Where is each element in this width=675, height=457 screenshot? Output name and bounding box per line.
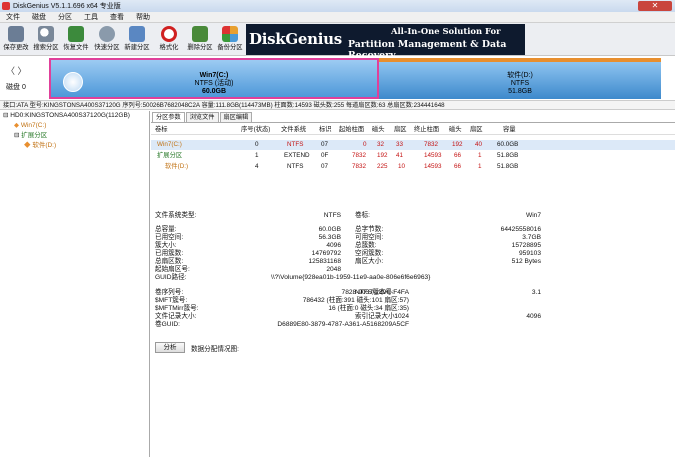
col-end-sector: 扇区 (470, 126, 483, 133)
tab-partition-params[interactable]: 分区参数 (152, 112, 185, 122)
partition-block-c[interactable]: Win7(C:) NTFS (活动) 60.0GB (49, 58, 379, 99)
col-volume: 卷标 (155, 126, 168, 133)
table-row[interactable]: Win7(C:) 0 NTFS 07 0 32 33 7832 192 40 6… (151, 140, 675, 150)
table-header: 卷标 序号(状态) 文件系统 标识 起始柱面 磁头 扇区 终止柱面 磁头 扇区 … (151, 125, 675, 135)
close-button[interactable]: ✕ (638, 1, 672, 11)
menu-file[interactable]: 文件 (0, 12, 26, 22)
quick-partition-button[interactable]: 快速分区 (94, 25, 120, 54)
detail-tabs: 分区参数 浏览文件 扇区编辑 (152, 112, 253, 122)
app-icon (2, 2, 10, 10)
banner-logo: DiskGenius (249, 30, 342, 48)
quick-partition-icon (99, 26, 115, 42)
search-icon (38, 26, 54, 42)
disk-label: 磁盘 0 (6, 84, 26, 91)
col-start-cyl: 起始柱面 (339, 126, 365, 133)
save-button[interactable]: 保存更改 (3, 25, 29, 54)
tree-partition-d[interactable]: ◆ 软件(D:) (0, 141, 149, 151)
data-allocation-label: 数据分配情况图: (191, 346, 239, 353)
tree-disk-node[interactable]: ⊟ HD0:KINGSTONSA400S37120G(112GB) (0, 111, 149, 121)
delete-icon (192, 26, 208, 42)
search-partition-button[interactable]: 搜索分区 (33, 25, 59, 54)
recover-icon (68, 26, 84, 42)
diskgenius-banner: DiskGenius All-In-One Solution For Parti… (246, 24, 525, 61)
ntfs-details-right: NTFS版本号: 3.1 索引记录大小: 4096 (355, 289, 541, 320)
banner-tagline-1: All-In-One Solution For (391, 26, 501, 36)
table-row[interactable]: 软件(D:) 4 NTFS 07 7832 225 10 14593 66 1 … (151, 162, 675, 172)
partition-c-name: Win7(C:) (199, 72, 229, 79)
tree-partition-c[interactable]: ◆ Win7(C:) (0, 121, 149, 131)
delete-partition-button[interactable]: 删除分区 (187, 25, 213, 54)
table-row[interactable]: 扩展分区 1 EXTEND 0F 7832 192 41 14593 66 1 … (151, 151, 675, 161)
col-seq: 序号(状态) (241, 126, 271, 133)
partition-c-size: 60.0GB (201, 88, 227, 95)
partition-panel: 卷标 序号(状态) 文件系统 标识 起始柱面 磁头 扇区 终止柱面 磁头 扇区 … (151, 122, 675, 457)
menu-bar: 文件 磁盘 分区 工具 查看 帮助 (0, 12, 675, 23)
col-start-head: 磁头 (372, 126, 385, 133)
save-icon (8, 26, 24, 42)
backup-partition-button[interactable]: 备份分区 (217, 25, 243, 54)
title-bar: DiskGenius V5.1.1.696 x64 专业版 ✕ (0, 0, 675, 12)
analyze-button[interactable]: 分析 (155, 342, 185, 353)
tree-extended-partition[interactable]: ⊟ 扩展分区 (0, 131, 149, 141)
col-start-sector: 扇区 (394, 126, 407, 133)
recover-files-button[interactable]: 恢复文件 (63, 25, 89, 54)
format-icon (161, 26, 177, 42)
tab-browse-files[interactable]: 浏览文件 (185, 112, 219, 122)
col-fs: 文件系统 (281, 126, 307, 133)
backup-icon (222, 26, 238, 42)
menu-disk[interactable]: 磁盘 (26, 12, 52, 22)
partition-d-name: 软件(D:) (507, 72, 533, 79)
partition-c-fs: NTFS (活动) (194, 80, 234, 87)
new-partition-icon (129, 26, 145, 42)
guid-path-row: GUID路径: \\?\Volume{928ea01b-1959-11e9-aa… (155, 274, 431, 281)
menu-partition[interactable]: 分区 (52, 12, 78, 22)
menu-view[interactable]: 查看 (104, 12, 130, 22)
tab-sector-edit[interactable]: 扇区编辑 (219, 112, 253, 122)
partition-d-fs: NTFS (510, 80, 530, 87)
partition-d-size: 51.8GB (508, 88, 532, 95)
disk-info-bar: 接口:ATA 型号:KINGSTONSA400S37120G 序列号:50026… (0, 100, 675, 110)
window-title: DiskGenius V5.1.1.696 x64 专业版 (13, 3, 121, 10)
partition-block-d[interactable]: 软件(D:) NTFS 51.8GB (379, 58, 661, 99)
new-partition-button[interactable]: 新建分区 (124, 25, 150, 54)
col-capacity: 容量 (503, 126, 516, 133)
col-id: 标识 (319, 126, 332, 133)
format-button[interactable]: 格式化 (156, 25, 182, 54)
windows-logo-icon (63, 72, 83, 92)
menu-help[interactable]: 帮助 (130, 12, 156, 22)
col-end-head: 磁头 (449, 126, 462, 133)
menu-tools[interactable]: 工具 (78, 12, 104, 22)
disk-tree: ⊟ HD0:KINGSTONSA400S37120G(112GB) ◆ Win7… (0, 111, 150, 457)
details-right: 卷标: Win7 总字节数: 64425558016 可用空间: 3.7GB 总簇数:… (355, 212, 541, 265)
col-end-cyl: 终止柱面 (414, 126, 440, 133)
disk-nav-arrows[interactable]: 〈 〉 (6, 64, 27, 77)
